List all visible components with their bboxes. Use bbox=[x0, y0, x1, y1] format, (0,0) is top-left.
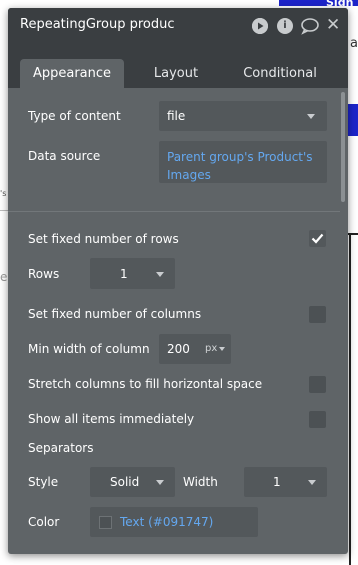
tab-conditional[interactable]: Conditional bbox=[230, 59, 330, 88]
chevron-down-icon bbox=[156, 480, 164, 485]
fixed-rows-label: Set fixed number of rows bbox=[28, 232, 179, 246]
chevron-down-icon bbox=[219, 347, 225, 351]
width-dropdown[interactable]: 1 bbox=[244, 467, 327, 497]
unit-selector[interactable]: px bbox=[205, 343, 217, 354]
section-divider bbox=[8, 211, 340, 212]
chevron-down-icon bbox=[156, 272, 164, 277]
style-value: Solid bbox=[110, 475, 140, 489]
type-of-content-label: Type of content bbox=[28, 109, 121, 123]
color-label: Color bbox=[28, 515, 60, 529]
show-all-items-label: Show all items immediately bbox=[28, 412, 195, 426]
comment-icon[interactable] bbox=[300, 17, 320, 35]
background-line bbox=[0, 210, 8, 211]
rows-dropdown[interactable]: 1 bbox=[90, 258, 175, 289]
fixed-columns-label: Set fixed number of columns bbox=[28, 307, 202, 321]
data-source-value: Parent group's Product's Images bbox=[167, 150, 313, 182]
color-swatch[interactable] bbox=[99, 516, 112, 529]
separators-heading: Separators bbox=[28, 441, 94, 455]
property-editor-panel: RepeatingGroup produc i ✕ Appearance Lay… bbox=[8, 8, 348, 554]
show-all-items-checkbox[interactable] bbox=[309, 411, 326, 428]
stretch-columns-label: Stretch columns to fill horizontal space bbox=[28, 377, 263, 391]
chevron-down-icon bbox=[308, 480, 316, 485]
panel-title: RepeatingGroup produc bbox=[20, 17, 175, 32]
fixed-columns-checkbox[interactable] bbox=[309, 306, 326, 323]
rows-value: 1 bbox=[120, 267, 128, 281]
checkmark-icon bbox=[311, 233, 324, 244]
panel-titlebar[interactable]: RepeatingGroup produc i ✕ bbox=[8, 8, 348, 44]
background-fragment: 's bbox=[0, 189, 7, 198]
info-icon[interactable]: i bbox=[277, 18, 293, 34]
min-width-value: 200 bbox=[167, 342, 190, 356]
min-width-input[interactable]: 200 px bbox=[159, 334, 231, 364]
type-of-content-value: file bbox=[167, 109, 186, 123]
data-source-label: Data source bbox=[28, 149, 101, 163]
type-of-content-dropdown[interactable]: file bbox=[159, 101, 327, 131]
color-picker[interactable]: Text (#091747) bbox=[90, 507, 258, 537]
background-fragment: e bbox=[0, 270, 8, 284]
panel-scrollbar[interactable] bbox=[341, 92, 345, 202]
stretch-columns-checkbox[interactable] bbox=[309, 376, 326, 393]
tab-appearance[interactable]: Appearance bbox=[20, 59, 124, 88]
chevron-down-icon bbox=[307, 114, 315, 119]
panel-tabs: Appearance Layout Conditional bbox=[8, 44, 348, 88]
style-dropdown[interactable]: Solid bbox=[90, 467, 175, 497]
play-icon[interactable] bbox=[252, 18, 268, 34]
background-letter: a bbox=[350, 36, 358, 51]
fixed-rows-checkbox[interactable] bbox=[309, 230, 326, 247]
tab-layout[interactable]: Layout bbox=[136, 59, 216, 88]
background-vertical-line bbox=[349, 233, 351, 565]
color-value: Text (#091747) bbox=[120, 515, 214, 529]
width-label: Width bbox=[183, 475, 218, 489]
style-label: Style bbox=[28, 475, 59, 489]
width-value: 1 bbox=[273, 475, 281, 489]
min-width-label: Min width of column bbox=[28, 342, 150, 356]
rows-label: Rows bbox=[28, 267, 60, 281]
close-icon[interactable]: ✕ bbox=[326, 15, 340, 35]
data-source-expression[interactable]: Parent group's Product's Images bbox=[159, 141, 327, 183]
